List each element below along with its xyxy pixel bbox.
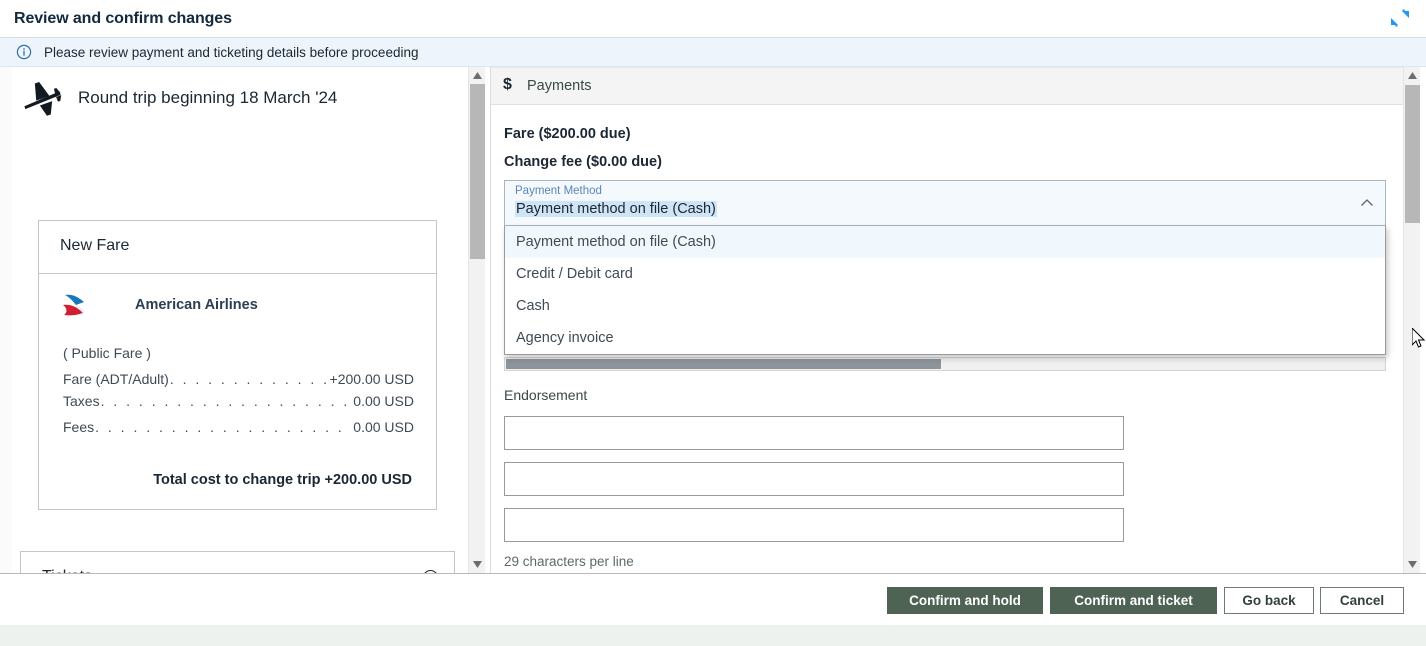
- payments-section-title: Payments: [527, 78, 592, 94]
- airline-name: American Airlines: [135, 297, 258, 313]
- total-cost-line: Total cost to change trip +200.00 USD: [153, 472, 412, 488]
- new-fare-card-header: New Fare: [39, 221, 436, 274]
- payment-method-option[interactable]: Cash: [505, 290, 1385, 322]
- leader-dots: . . . . . . . . . . . . . . . . . . . . …: [169, 371, 329, 387]
- fare-due-amount: Fare ($200.00 due): [504, 126, 631, 142]
- fare-row-label: Taxes: [63, 393, 100, 409]
- fare-breakdown-row: Fees . . . . . . . . . . . . . . . . . .…: [63, 419, 414, 435]
- trip-summary-pane: Round trip beginning 18 March '24 New Fa…: [0, 67, 462, 573]
- endorsement-hint: 29 characters per line: [504, 554, 634, 569]
- fare-breakdown-row: Taxes . . . . . . . . . . . . . . . . . …: [63, 393, 414, 409]
- tickets-card: Tickets: [20, 551, 455, 573]
- american-airlines-logo: [61, 291, 105, 321]
- endorsement-label: Endorsement: [504, 387, 588, 403]
- payment-method-value: Payment method on file (Cash): [515, 201, 717, 217]
- confirm-and-ticket-button[interactable]: Confirm and ticket: [1050, 587, 1217, 614]
- left-margin-strip: [0, 67, 12, 573]
- payments-horizontal-scrollbar[interactable]: [504, 357, 1386, 371]
- leader-dots: . . . . . . . . . . . . . . . . . . . . …: [95, 419, 352, 435]
- fare-row-label: Fees: [63, 419, 95, 435]
- cancel-button[interactable]: Cancel: [1320, 587, 1404, 614]
- page-title: Review and confirm changes: [14, 10, 232, 27]
- left-pane-scrollbar[interactable]: [468, 67, 485, 573]
- dialog-body: Round trip beginning 18 March '24 New Fa…: [0, 67, 1426, 573]
- scrollbar-thumb[interactable]: [1405, 85, 1420, 223]
- payments-section-header: $ Payments: [491, 67, 1403, 105]
- chevron-up-icon[interactable]: [1359, 195, 1375, 211]
- fare-breakdown: Fare (ADT/Adult) . . . . . . . . . . . .…: [63, 371, 414, 441]
- payment-method-option[interactable]: Agency invoice: [505, 322, 1385, 354]
- confirm-and-hold-button[interactable]: Confirm and hold: [887, 587, 1043, 614]
- new-fare-card: New Fare American Airlines ( Public Fare…: [38, 220, 437, 510]
- go-back-button[interactable]: Go back: [1224, 587, 1314, 614]
- payment-method-select[interactable]: Payment Method Payment method on file (C…: [504, 180, 1386, 226]
- fare-type-label: ( Public Fare ): [63, 345, 151, 361]
- scroll-down-arrow[interactable]: [1404, 556, 1421, 573]
- notice-message: Please review payment and ticketing deta…: [44, 45, 419, 60]
- fare-row-label: Fare (ADT/Adult): [63, 371, 169, 387]
- scroll-up-arrow[interactable]: [469, 67, 486, 84]
- tickets-card-header: Tickets: [21, 552, 454, 573]
- endorsement-line-2-input[interactable]: [504, 462, 1124, 496]
- airplane-icon: [20, 79, 64, 119]
- dialog-footer: Confirm and hold Confirm and ticket Go b…: [0, 573, 1426, 625]
- fare-breakdown-row: Fare (ADT/Adult) . . . . . . . . . . . .…: [63, 371, 414, 387]
- trip-label: Round trip beginning 18 March '24: [78, 88, 338, 107]
- payment-method-option[interactable]: Payment method on file (Cash): [505, 226, 1385, 258]
- payment-method-dropdown-list[interactable]: Payment method on file (Cash) Credit / D…: [504, 226, 1386, 355]
- change-fee-due-amount: Change fee ($0.00 due): [504, 154, 662, 170]
- fare-row-amount: +200.00 USD: [329, 371, 414, 387]
- payment-method-label: Payment Method: [515, 185, 602, 197]
- payment-method-option[interactable]: Credit / Debit card: [505, 258, 1385, 290]
- notice-bar: Please review payment and ticketing deta…: [0, 38, 1426, 67]
- scroll-up-arrow[interactable]: [1404, 67, 1421, 84]
- payments-pane-scrollbar[interactable]: [1403, 67, 1420, 573]
- scrollbar-thumb[interactable]: [470, 84, 485, 259]
- dialog-titlebar: Review and confirm changes: [0, 0, 1426, 38]
- collapse-arrows-icon[interactable]: [1384, 3, 1416, 33]
- dollar-icon: $: [503, 76, 512, 93]
- review-confirm-dialog: Review and confirm changes Please review…: [0, 0, 1426, 646]
- scrollbar-thumb[interactable]: [506, 359, 941, 369]
- leader-dots: . . . . . . . . . . . . . . . . . . . . …: [100, 393, 353, 409]
- fare-row-amount: 0.00 USD: [353, 419, 414, 435]
- fare-row-amount: 0.00 USD: [353, 393, 414, 409]
- endorsement-line-1-input[interactable]: [504, 416, 1124, 450]
- new-fare-title: New Fare: [60, 237, 130, 254]
- info-circle-icon: [16, 44, 32, 60]
- mouse-cursor: [1411, 326, 1426, 350]
- payments-pane: $ Payments Fare ($200.00 due) Change fee…: [490, 67, 1426, 573]
- page-bottom-strip: [0, 625, 1426, 646]
- scroll-down-arrow[interactable]: [469, 556, 486, 573]
- endorsement-line-3-input[interactable]: [504, 508, 1124, 542]
